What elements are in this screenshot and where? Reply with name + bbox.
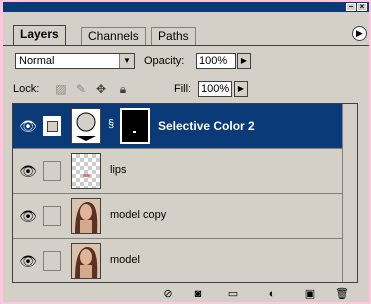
layer-name[interactable]: Selective Color 2 (158, 119, 255, 133)
layer-thumbnail (71, 243, 101, 279)
lock-label: Lock: (13, 83, 40, 95)
tab-paths[interactable]: Paths (151, 27, 196, 45)
eye-icon[interactable]: 👁︎ (19, 117, 37, 135)
fill-input[interactable]: 100% (198, 81, 232, 97)
eye-icon[interactable]: 👁︎ (19, 252, 37, 270)
lock-position-move-icon[interactable]: ✥ (94, 82, 108, 96)
link-cell[interactable] (43, 206, 61, 226)
blend-mode-select[interactable]: Normal ▼ (15, 53, 135, 69)
tab-label: Paths (158, 29, 189, 43)
eye-icon[interactable]: 👁︎ (19, 207, 37, 225)
blend-mode-value: Normal (19, 55, 55, 67)
layer-name[interactable]: model copy (110, 209, 166, 221)
fill-slider-arrow-icon[interactable]: ▶ (234, 81, 248, 97)
tab-layers[interactable]: Layers (13, 25, 66, 46)
layer-style-icon[interactable]: ⊘ (161, 287, 175, 301)
opacity-input[interactable]: 100% (196, 53, 236, 69)
layer-name[interactable]: model (110, 254, 140, 266)
bottom-toolbar: ⊘ ◙ ▭ ◐ ▣ 🗑︎ (3, 286, 369, 302)
fill-label: Fill: (174, 83, 192, 95)
new-layer-icon[interactable]: ▣ (303, 287, 317, 301)
opacity-slider-arrow-icon[interactable]: ▶ (237, 53, 251, 69)
layers-list: 👁︎ § Selective Color 2 👁︎ lips 👁︎ model … (12, 103, 358, 283)
opacity-label: Opacity: (144, 55, 185, 67)
eye-icon[interactable]: 👁︎ (19, 162, 37, 180)
chevron-down-icon: ▼ (119, 54, 134, 68)
trash-icon[interactable]: 🗑︎ (335, 287, 349, 301)
layers-panel: – × Channels Paths Layers ▶ Normal ▼ Opa… (3, 2, 369, 302)
add-mask-icon[interactable]: ◙ (191, 287, 205, 301)
panel-titlebar: – × (3, 2, 369, 12)
tab-divider (3, 45, 369, 46)
tab-label: Layers (20, 27, 59, 41)
minimize-icon[interactable]: – (346, 3, 356, 11)
lock-transparency-icon[interactable]: ▨ (54, 82, 68, 96)
layer-name[interactable]: lips (110, 164, 127, 176)
layer-thumbnail (71, 153, 101, 189)
layer-mask-thumbnail[interactable] (120, 108, 150, 144)
adjustment-layer-icon (71, 108, 101, 144)
panel-tabs: Channels Paths Layers ▶ (3, 12, 369, 48)
layer-thumbnail (71, 198, 101, 234)
new-group-folder-icon[interactable]: ▭ (226, 287, 240, 301)
brush-link-icon[interactable] (43, 116, 61, 136)
chain-link-icon[interactable]: § (108, 118, 116, 132)
link-cell[interactable] (43, 161, 61, 181)
lock-all-padlock-icon[interactable]: 🔒︎ (116, 82, 130, 96)
adjustment-layer-icon[interactable]: ◐ (265, 287, 279, 301)
panel-menu-icon[interactable]: ▶ (352, 26, 367, 41)
tab-channels[interactable]: Channels (81, 27, 146, 45)
lock-image-brush-icon[interactable]: ✎ (74, 82, 88, 96)
layer-row[interactable]: 👁︎ lips (13, 149, 357, 194)
scrollbar[interactable] (342, 104, 357, 282)
layer-row[interactable]: 👁︎ model (13, 239, 357, 282)
layer-row[interactable]: 👁︎ § Selective Color 2 (13, 104, 357, 149)
layer-row[interactable]: 👁︎ model copy (13, 194, 357, 239)
tab-label: Channels (88, 29, 139, 43)
link-cell[interactable] (43, 251, 61, 271)
close-icon[interactable]: × (357, 3, 367, 11)
